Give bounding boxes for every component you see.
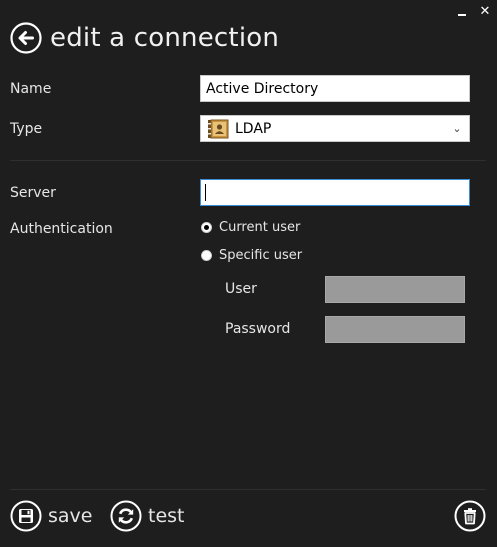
floppy-disk-icon bbox=[10, 500, 42, 532]
page-header: edit a connection bbox=[10, 20, 279, 56]
page-title: edit a connection bbox=[50, 23, 280, 53]
radio-button-checked[interactable] bbox=[201, 222, 212, 233]
save-button[interactable]: save bbox=[10, 499, 92, 533]
minimize-icon bbox=[458, 14, 466, 16]
type-select-value: LDAP bbox=[235, 120, 272, 137]
minimize-button[interactable] bbox=[454, 4, 470, 20]
test-button[interactable]: test bbox=[110, 499, 185, 533]
ldap-address-book-icon bbox=[208, 119, 229, 138]
radio-current-user-label: Current user bbox=[219, 220, 301, 235]
text-caret bbox=[205, 184, 206, 201]
type-select[interactable]: LDAP ⌄ bbox=[200, 115, 470, 142]
server-input[interactable] bbox=[200, 179, 470, 206]
radio-specific-user[interactable]: Specific user bbox=[201, 248, 302, 263]
close-icon: ✕ bbox=[479, 4, 491, 19]
section-divider bbox=[10, 160, 486, 161]
save-label: save bbox=[48, 505, 93, 527]
radio-button-unchecked[interactable] bbox=[201, 250, 212, 261]
name-input[interactable] bbox=[200, 75, 470, 102]
password-input-disabled bbox=[325, 316, 465, 343]
close-button[interactable]: ✕ bbox=[477, 4, 493, 20]
user-label: User bbox=[225, 281, 257, 297]
footer-divider bbox=[10, 489, 486, 490]
server-label: Server bbox=[10, 185, 56, 201]
radio-specific-user-label: Specific user bbox=[219, 248, 303, 263]
test-label: test bbox=[148, 505, 185, 527]
radio-current-user[interactable]: Current user bbox=[201, 220, 300, 235]
name-label: Name bbox=[10, 81, 52, 97]
password-label: Password bbox=[225, 321, 291, 337]
delete-button[interactable] bbox=[454, 499, 486, 533]
back-arrow-icon[interactable] bbox=[10, 22, 42, 54]
trash-icon bbox=[454, 500, 486, 532]
user-input-disabled bbox=[325, 276, 465, 303]
authentication-label: Authentication bbox=[10, 221, 113, 237]
chevron-down-icon: ⌄ bbox=[452, 122, 462, 135]
refresh-icon bbox=[110, 500, 142, 532]
type-label: Type bbox=[10, 121, 43, 137]
